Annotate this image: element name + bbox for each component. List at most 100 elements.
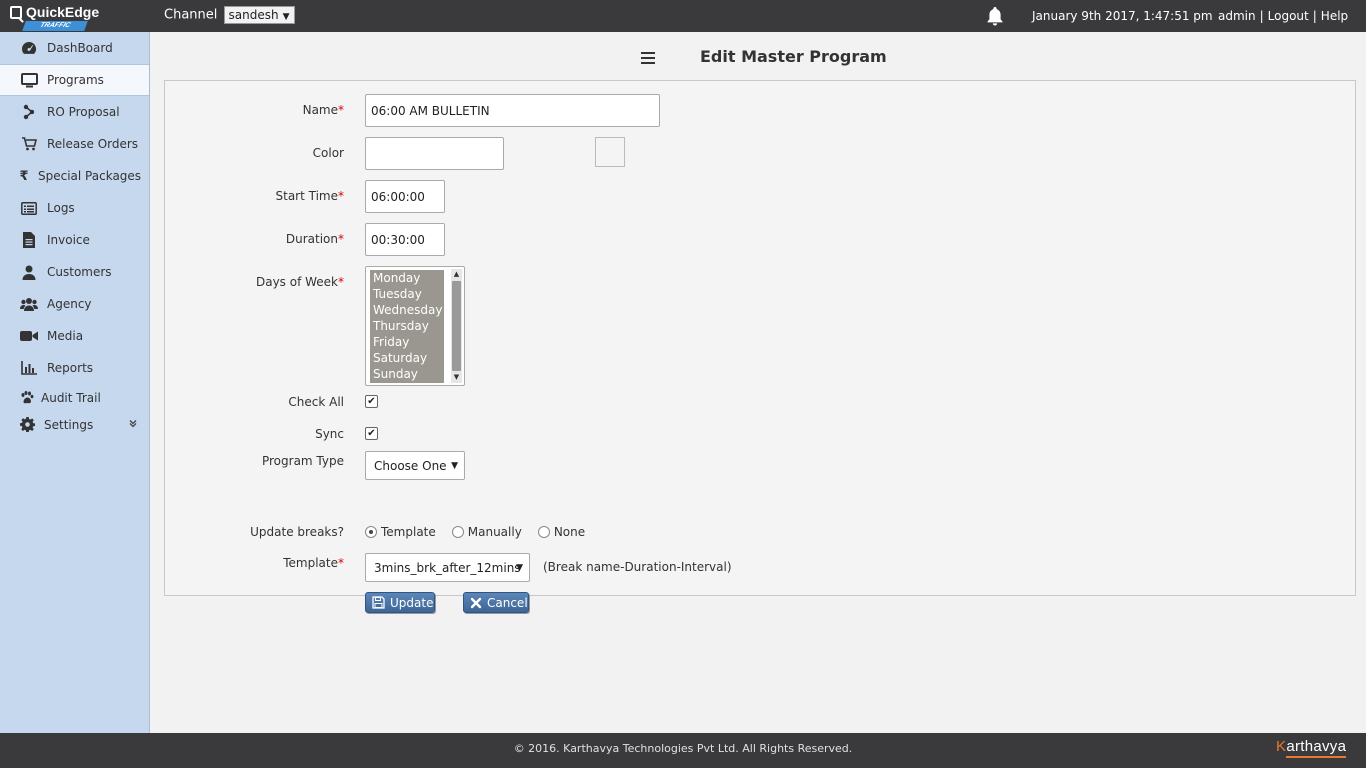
update-button[interactable]: Update bbox=[365, 592, 435, 613]
update-breaks-label: Update breaks? bbox=[250, 525, 344, 539]
radio-label: Template bbox=[381, 525, 436, 539]
list-icon bbox=[20, 199, 38, 217]
channel-selector: Channel sandesh ▼ bbox=[164, 6, 295, 24]
color-input[interactable] bbox=[365, 137, 504, 170]
name-input[interactable]: 06:00 AM BULLETIN bbox=[365, 94, 660, 127]
program-type-label: Program Type bbox=[261, 454, 344, 468]
sidebar-item-special-packages[interactable]: ₹ Special Packages bbox=[0, 160, 149, 192]
sidebar-item-label: Customers bbox=[47, 265, 112, 279]
page-header: Edit Master Program bbox=[150, 32, 1366, 80]
document-icon bbox=[20, 231, 38, 249]
sidebar-item-label: Release Orders bbox=[47, 137, 139, 151]
sidebar-item-programs[interactable]: Programs bbox=[0, 64, 149, 96]
channel-label: Channel bbox=[164, 7, 218, 23]
check-all-checkbox[interactable]: ✔ bbox=[365, 395, 378, 408]
sidebar-item-dashboard[interactable]: DashBoard bbox=[0, 32, 149, 64]
radio-button[interactable] bbox=[537, 526, 550, 538]
close-icon bbox=[470, 596, 482, 610]
sidebar-item-release-orders[interactable]: Release Orders bbox=[0, 128, 149, 160]
cancel-button[interactable]: Cancel bbox=[463, 592, 529, 613]
scroll-down-arrow-icon[interactable]: ▼ bbox=[451, 372, 462, 383]
sidebar-item-reports[interactable]: Reports bbox=[0, 352, 149, 384]
color-preview-swatch[interactable] bbox=[595, 137, 625, 167]
brand-name: Karthavya bbox=[1276, 738, 1347, 755]
save-icon bbox=[372, 596, 385, 610]
sidebar-item-label: RO Proposal bbox=[47, 105, 120, 119]
chevron-down-icon: ▼ bbox=[282, 12, 290, 22]
day-option-wednesday[interactable]: Wednesday bbox=[370, 302, 444, 318]
sidebar-item-agency[interactable]: Agency bbox=[0, 288, 149, 320]
update-button-label: Update bbox=[390, 595, 434, 610]
sidebar-item-logs[interactable]: Logs bbox=[0, 192, 149, 224]
required-mark: * bbox=[338, 189, 344, 203]
brand-underline bbox=[1286, 756, 1346, 758]
listbox-scrollbar[interactable]: ▲ ▼ bbox=[451, 269, 462, 383]
monitor-icon bbox=[20, 71, 38, 89]
logout-link[interactable]: Logout bbox=[1268, 9, 1309, 23]
sidebar-item-label: Special Packages bbox=[38, 169, 142, 183]
chevron-down-icon: ▼ bbox=[451, 460, 458, 471]
channel-value: sandesh bbox=[228, 8, 279, 22]
hamburger-menu-icon[interactable] bbox=[641, 52, 655, 64]
current-datetime: January 9th 2017, 1:47:51 pm bbox=[1032, 9, 1213, 23]
app-logo[interactable]: QuickEdge TRAFFIC bbox=[10, 4, 100, 31]
day-option-friday[interactable]: Friday bbox=[370, 334, 444, 350]
chevron-down-icon: ▼ bbox=[516, 562, 523, 573]
sidebar-item-label: Invoice bbox=[47, 233, 90, 247]
name-value: 06:00 AM BULLETIN bbox=[371, 103, 490, 118]
radio-label: None bbox=[553, 525, 586, 539]
sidebar-item-media[interactable]: Media bbox=[0, 320, 149, 352]
update-breaks-radio-group: Template Manually None bbox=[365, 524, 601, 540]
scroll-up-arrow-icon[interactable]: ▲ bbox=[451, 269, 462, 280]
days-of-week-label: Days of Week* bbox=[255, 275, 344, 289]
radio-none[interactable]: None bbox=[537, 525, 586, 539]
day-option-saturday[interactable]: Saturday bbox=[370, 350, 444, 366]
sidebar-item-settings[interactable]: Settings bbox=[0, 411, 149, 438]
check-all-label: Check All bbox=[288, 395, 344, 409]
name-label: Name* bbox=[302, 103, 344, 117]
scroll-thumb[interactable] bbox=[452, 281, 461, 371]
sidebar-item-label: Audit Trail bbox=[41, 390, 101, 405]
sidebar-item-label: Agency bbox=[47, 297, 92, 311]
sidebar-item-label: Media bbox=[47, 329, 84, 343]
sidebar-item-invoice[interactable]: Invoice bbox=[0, 224, 149, 256]
days-options: Monday Tuesday Wednesday Thursday Friday… bbox=[370, 270, 444, 383]
day-option-thursday[interactable]: Thursday bbox=[370, 318, 444, 334]
required-mark: * bbox=[338, 556, 344, 570]
day-option-sunday[interactable]: Sunday bbox=[370, 366, 444, 382]
channel-dropdown[interactable]: sandesh ▼ bbox=[223, 6, 295, 24]
radio-button[interactable] bbox=[451, 526, 464, 538]
double-chevron-down-icon[interactable] bbox=[129, 419, 137, 430]
radio-label: Manually bbox=[467, 525, 522, 539]
checkmark-icon: ✔ bbox=[367, 428, 376, 439]
user-name-link[interactable]: admin bbox=[1218, 9, 1256, 23]
color-label: Color bbox=[312, 146, 344, 160]
program-type-select[interactable]: Choose One ▼ bbox=[365, 451, 465, 480]
karthavya-logo[interactable]: Karthavya bbox=[1276, 738, 1350, 764]
cancel-button-label: Cancel bbox=[487, 595, 528, 610]
duration-input[interactable]: 00:30:00 bbox=[365, 223, 445, 256]
users-icon bbox=[20, 295, 38, 313]
day-option-monday[interactable]: Monday bbox=[370, 270, 444, 286]
sidebar-item-audit-trail[interactable]: Audit Trail bbox=[0, 384, 149, 411]
radio-button[interactable] bbox=[365, 526, 377, 538]
bell-icon[interactable] bbox=[984, 5, 1006, 27]
days-of-week-listbox[interactable]: Monday Tuesday Wednesday Thursday Friday… bbox=[365, 266, 465, 386]
user-links: admin | Logout | Help bbox=[1218, 9, 1348, 23]
separator: | bbox=[1312, 9, 1317, 23]
template-select[interactable]: 3mins_brk_after_12mins ▼ bbox=[365, 553, 530, 582]
separator: | bbox=[1259, 9, 1264, 23]
gear-icon bbox=[18, 416, 36, 434]
radio-manually[interactable]: Manually bbox=[451, 525, 522, 539]
sync-checkbox[interactable]: ✔ bbox=[365, 427, 378, 440]
program-type-value: Choose One bbox=[374, 458, 447, 473]
top-bar: QuickEdge TRAFFIC Channel sandesh ▼ Janua… bbox=[0, 0, 1366, 32]
sidebar-item-ro-proposal[interactable]: RO Proposal bbox=[0, 96, 149, 128]
radio-template[interactable]: Template bbox=[365, 525, 436, 539]
start-time-input[interactable]: 06:00:00 bbox=[365, 180, 445, 213]
template-hint: (Break name-Duration-Interval) bbox=[543, 560, 732, 574]
sidebar-item-customers[interactable]: Customers bbox=[0, 256, 149, 288]
help-link[interactable]: Help bbox=[1321, 9, 1348, 23]
required-mark: * bbox=[338, 232, 344, 246]
day-option-tuesday[interactable]: Tuesday bbox=[370, 286, 444, 302]
